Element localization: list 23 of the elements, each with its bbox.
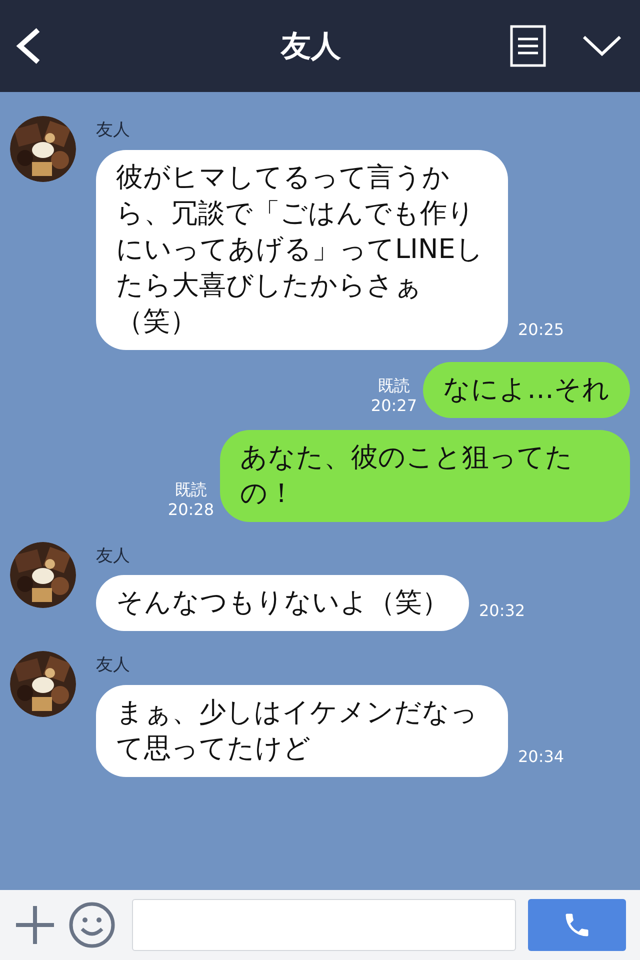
back-icon[interactable] bbox=[14, 26, 42, 66]
call-button[interactable] bbox=[528, 899, 626, 951]
read-receipt: 既読 bbox=[174, 480, 207, 500]
plus-icon[interactable] bbox=[14, 904, 56, 946]
smiley-icon[interactable] bbox=[68, 901, 116, 949]
sender-name: 友人 bbox=[96, 119, 131, 142]
message-input-field[interactable] bbox=[132, 899, 516, 951]
list-icon[interactable] bbox=[510, 25, 546, 67]
read-receipt: 既読 bbox=[378, 376, 410, 396]
chevron-down-icon[interactable] bbox=[582, 35, 622, 57]
sender-name: 友人 bbox=[96, 544, 131, 568]
message-time: 20:28 bbox=[168, 500, 214, 520]
message-time: 20:32 bbox=[479, 600, 526, 622]
message-time: 20:25 bbox=[518, 318, 564, 340]
sender-name: 友人 bbox=[96, 654, 131, 677]
chat-title: 友人 bbox=[280, 28, 342, 66]
message-time: 20:34 bbox=[518, 746, 564, 768]
message-bubble: まぁ、少しはイケメンだなって思ってたけど bbox=[96, 684, 508, 776]
message-time: 20:27 bbox=[370, 396, 417, 416]
message-bubble: 彼がヒマしてるって言うから、冗談で「ごはんでも作りにいってあげる」ってLINEしたら大喜びしたからさぁ（笑） bbox=[96, 150, 508, 350]
message-bubble: そんなつもりないよ（笑） bbox=[96, 575, 469, 631]
message-bubble: あなた、彼のこと狙ってたの！ bbox=[220, 430, 630, 522]
message-bubble: なによ…それ bbox=[423, 362, 630, 418]
